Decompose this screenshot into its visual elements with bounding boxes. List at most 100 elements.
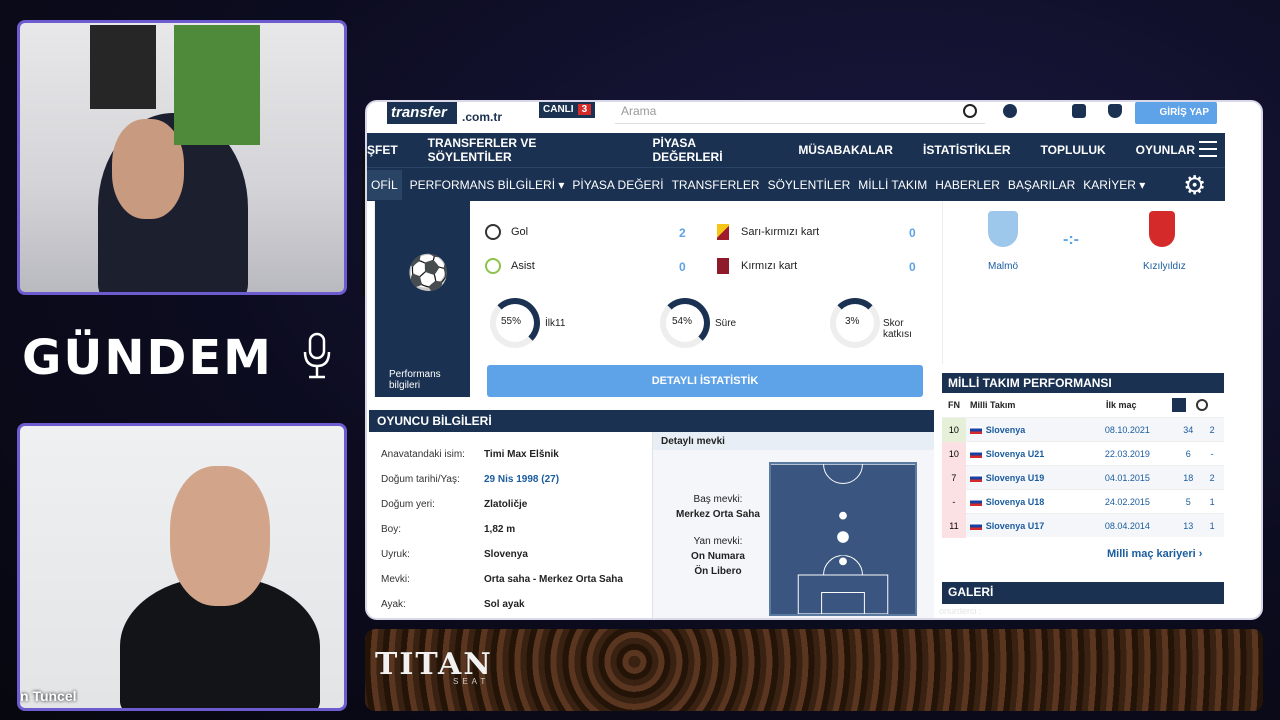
row-goals[interactable]: 1: [1200, 497, 1224, 507]
row-team[interactable]: Slovenya U21: [986, 449, 1105, 459]
nav-item-market-values[interactable]: PİYASA DEĞERLERİ: [653, 136, 769, 164]
search-icon[interactable]: [963, 104, 977, 118]
national-team-rows: 10 Slovenya 08.10.2021 34 2 10 Slovenya U21 22.…: [942, 417, 1224, 538]
appearances-icon: [1172, 398, 1186, 412]
row-team[interactable]: Slovenya U17: [986, 521, 1105, 531]
stat-label-assists: Asist: [511, 260, 535, 272]
nav-item-statistics[interactable]: İSTATİSTİKLER: [923, 143, 1011, 157]
detailed-stats-button[interactable]: DETAYLI İSTATİSTİK: [487, 365, 923, 397]
subnav-rumours[interactable]: SÖYLENTİLER: [768, 178, 851, 192]
row-date[interactable]: 04.01.2015: [1105, 473, 1176, 483]
nav-item-games[interactable]: OYUNLAR: [1136, 143, 1195, 157]
col-team: Milli Takım: [970, 400, 1016, 410]
stat-value-goals: 2: [679, 226, 686, 240]
row-date[interactable]: 22.03.2019: [1105, 449, 1176, 459]
row-apps[interactable]: 6: [1176, 449, 1200, 459]
national-team-heading: MİLLİ TAKIM PERFORMANSI: [942, 373, 1224, 393]
row-goals[interactable]: -: [1200, 449, 1224, 459]
row-date[interactable]: 08.04.2014: [1105, 521, 1176, 531]
site-domain[interactable]: .com.tr: [462, 110, 502, 124]
subnav-achievements[interactable]: BAŞARILAR: [1008, 178, 1075, 192]
nav-item-transfers[interactable]: TRANSFERLER VE SÖYLENTİLER: [428, 136, 623, 164]
menu-icon[interactable]: [1199, 141, 1217, 157]
row-fn: 10: [942, 417, 966, 442]
national-team-panel: MİLLİ TAKIM PERFORMANSI FN Milli Takım İ…: [942, 373, 1224, 573]
row-goals[interactable]: 2: [1200, 425, 1224, 435]
slovenia-flag-icon: [969, 521, 982, 530]
subnav-profile[interactable]: OFİL: [367, 169, 402, 200]
subnav-news[interactable]: HABERLER: [935, 178, 1000, 192]
row-team[interactable]: Slovenya: [986, 425, 1105, 435]
national-career-link[interactable]: Milli maç kariyeri ›: [1107, 548, 1202, 560]
col-first-match: İlk maç: [1106, 400, 1137, 410]
player-info-labels: Anavatandaki isim: Doğum tarihi/Yaş: Doğ…: [381, 442, 465, 617]
bookmark-icon[interactable]: [1072, 104, 1086, 118]
site-topbar: transfer markt .com.tr CANLI3 Arama GİRİ…: [367, 102, 1261, 143]
match-score[interactable]: -:-: [1063, 231, 1079, 249]
label-native-name: Anavatandaki isim:: [381, 449, 465, 460]
national-team-row[interactable]: 10 Slovenya U21 22.03.2019 6-: [942, 441, 1224, 466]
gallery-heading: GALERİ: [942, 582, 1224, 604]
performance-tile[interactable]: ⚽ Performans bilgileri: [375, 201, 470, 397]
col-fn: FN: [948, 400, 960, 410]
stat-row-red: Kırmızı kart: [717, 255, 797, 277]
football-player-icon: ⚽: [407, 254, 450, 292]
row-date[interactable]: 24.02.2015: [1105, 497, 1176, 507]
search-input[interactable]: Arama: [615, 102, 985, 124]
label-birthplace: Doğum yeri:: [381, 499, 435, 510]
value-foot: Sol ayak: [484, 599, 525, 610]
slovenia-flag-icon: [969, 425, 982, 434]
site-logo[interactable]: transfer markt: [387, 102, 457, 143]
user-search-icon[interactable]: [1003, 104, 1017, 118]
row-team[interactable]: Slovenya U18: [986, 497, 1105, 507]
live-button[interactable]: CANLI 3: [539, 102, 596, 118]
subnav-national-team[interactable]: MİLLİ TAKIM: [858, 178, 927, 192]
nav-item-community[interactable]: TOPLULUK: [1041, 143, 1106, 157]
live-count-badge: 3: [577, 104, 592, 115]
national-team-row[interactable]: - Slovenya U18 24.02.2015 5 1: [942, 489, 1224, 514]
subnav-career[interactable]: KARİYER ▾: [1083, 178, 1145, 192]
subnav-performance[interactable]: PERFORMANS BİLGİLERİ ▾: [410, 178, 565, 192]
main-position: Merkez Orta Saha: [676, 509, 760, 520]
webcam-host-2: n Tuncel: [17, 423, 347, 711]
live-label: CANLI: [543, 104, 574, 115]
subnav-transfers[interactable]: TRANSFERLER: [672, 178, 760, 192]
malmo-crest[interactable]: [988, 211, 1018, 247]
sponsor-banner: TITAN SEAT: [365, 629, 1263, 711]
yellow-red-card-icon: [717, 224, 729, 240]
national-team-row[interactable]: 11 Slovenya U17 08.04.2014 13 1: [942, 513, 1224, 538]
row-goals[interactable]: 1: [1200, 521, 1224, 531]
home-team[interactable]: Malmö: [988, 261, 1018, 272]
main-position-label: Baş mevki:: [693, 494, 743, 505]
away-team[interactable]: Kızılyıldız: [1143, 261, 1186, 272]
main-nav: ŞFET TRANSFERLER VE SÖYLENTİLER PİYASA D…: [367, 133, 1225, 167]
row-apps[interactable]: 13: [1176, 521, 1200, 531]
subnav-market-value[interactable]: PİYASA DEĞERİ: [572, 178, 663, 192]
side-position-1: On Numara: [691, 551, 745, 562]
login-button[interactable]: GİRİŞ YAP: [1135, 102, 1217, 124]
row-goals[interactable]: 2: [1200, 473, 1224, 483]
row-team[interactable]: Slovenya U19: [986, 473, 1105, 483]
value-height: 1,82 m: [484, 524, 516, 535]
national-team-row[interactable]: 10 Slovenya 08.10.2021 34 2: [942, 417, 1224, 442]
value-native-name: Timi Max Elšnik: [484, 449, 559, 460]
row-date[interactable]: 08.10.2021: [1105, 425, 1176, 435]
row-apps[interactable]: 18: [1176, 473, 1200, 483]
nav-item-competitions[interactable]: MÜSABAKALAR: [798, 143, 893, 157]
stat-row-goals: Gol: [485, 221, 528, 243]
row-apps[interactable]: 5: [1176, 497, 1200, 507]
stat-value-second-yellow: 0: [909, 226, 916, 240]
value-citizenship: Slovenya: [484, 549, 528, 560]
player-info-heading: OYUNCU BİLGİLERİ: [369, 410, 934, 432]
shield-icon[interactable]: [1108, 104, 1122, 118]
value-birth[interactable]: 29 Nis 1998 (27): [484, 467, 623, 492]
stat-label-red: Kırmızı kart: [741, 260, 798, 272]
red-star-crest[interactable]: [1149, 211, 1175, 247]
webcam-host-1: [17, 20, 347, 295]
nav-item-0[interactable]: ŞFET: [367, 143, 398, 157]
performance-tile-label: Performans bilgileri: [389, 369, 441, 391]
national-team-row[interactable]: 7 Slovenya U19 04.01.2015 18 2: [942, 465, 1224, 490]
row-apps[interactable]: 34: [1176, 425, 1200, 435]
position-heading: Detaylı mevki: [653, 432, 934, 450]
gear-icon[interactable]: ⚙: [1183, 172, 1209, 198]
